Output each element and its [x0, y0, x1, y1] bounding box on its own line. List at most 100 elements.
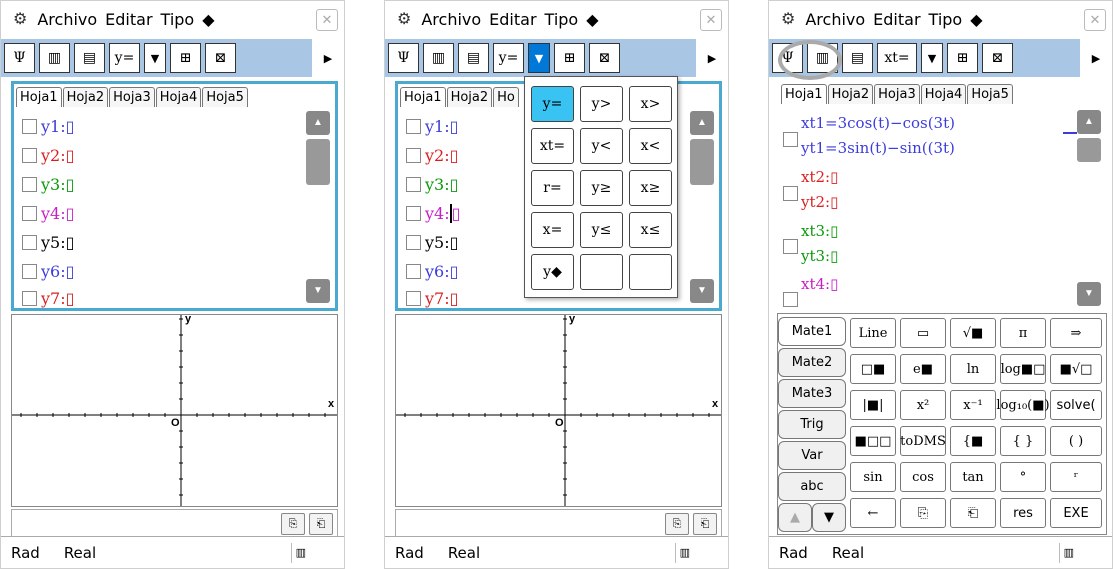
- checkbox[interactable]: [406, 176, 421, 192]
- expression-xt3[interactable]: xt3:▯: [801, 222, 838, 240]
- number-mode[interactable]: Real: [64, 544, 96, 562]
- number-mode[interactable]: Real: [832, 544, 864, 562]
- gear-icon[interactable]: ⚙: [397, 9, 411, 29]
- function-row[interactable]: y7: ▯: [406, 284, 458, 312]
- keyboard-tab-mate2[interactable]: Mate2: [778, 348, 846, 377]
- type-x-greater[interactable]: x>: [629, 86, 672, 122]
- graph-table-icon[interactable]: ▥: [423, 43, 454, 73]
- type-button[interactable]: xt=: [877, 43, 917, 73]
- keyboard-key[interactable]: cos: [900, 462, 946, 492]
- checkbox[interactable]: [22, 290, 37, 306]
- tab-hoja4[interactable]: Hoja4: [920, 84, 967, 104]
- copy-icon[interactable]: ⎘: [665, 513, 689, 535]
- scroll-down-icon[interactable]: ▼: [1077, 282, 1101, 306]
- menu-tipo[interactable]: Tipo: [545, 10, 579, 29]
- angle-mode[interactable]: Rad: [11, 544, 40, 562]
- scroll-up-icon[interactable]: ▲: [306, 111, 330, 135]
- graph-icon[interactable]: Ψ: [388, 43, 419, 73]
- keyboard-key[interactable]: |■|: [850, 390, 896, 420]
- menu-archivo[interactable]: Archivo: [37, 10, 97, 29]
- paste-icon[interactable]: ⎗: [309, 513, 333, 535]
- keyboard-key[interactable]: e■: [900, 354, 946, 384]
- keyboard-key[interactable]: π: [1000, 318, 1046, 348]
- checkbox[interactable]: [783, 239, 798, 254]
- tab-hoja2[interactable]: Hoja2: [446, 87, 493, 107]
- keyboard-key[interactable]: tan: [950, 462, 996, 492]
- type-y-less[interactable]: y<: [580, 128, 623, 164]
- checkbox[interactable]: [406, 147, 421, 163]
- keyboard-key[interactable]: log■□: [1000, 354, 1046, 384]
- keyboard-tab-mate3[interactable]: Mate3: [778, 379, 846, 408]
- copy-icon[interactable]: ⎘: [281, 513, 305, 535]
- type-x-leq[interactable]: x≤: [629, 212, 672, 248]
- expression-yt1[interactable]: yt1=3sin(t)−sin((3t): [801, 139, 955, 157]
- checkbox[interactable]: [22, 147, 37, 163]
- zoom-icon[interactable]: ⊞: [947, 43, 978, 73]
- tab-hoja1[interactable]: Hoja1: [781, 84, 827, 104]
- graph-table-icon[interactable]: ▥: [39, 43, 70, 73]
- tab-hoja5[interactable]: Hoja5: [202, 87, 248, 107]
- keyboard-key[interactable]: ⎗: [950, 498, 996, 528]
- menu-editar[interactable]: Editar: [489, 10, 536, 29]
- type-empty-1[interactable]: [580, 254, 623, 290]
- checkbox[interactable]: [783, 292, 798, 307]
- type-x-equals[interactable]: x=: [531, 212, 574, 248]
- keyboard-key[interactable]: sin: [850, 462, 896, 492]
- scroll-thumb[interactable]: [690, 139, 714, 185]
- keyboard-tab-mate1[interactable]: Mate1: [778, 317, 846, 346]
- scroll-down-icon[interactable]: ▼: [306, 279, 330, 303]
- angle-mode[interactable]: Rad: [395, 544, 424, 562]
- gear-icon[interactable]: ⚙: [13, 9, 27, 29]
- function-row[interactable]: y2: ▯: [406, 141, 458, 169]
- keyboard-up-icon[interactable]: ▲: [778, 503, 812, 532]
- menu-editar[interactable]: Editar: [105, 10, 152, 29]
- keyboard-key[interactable]: solve(: [1050, 390, 1102, 420]
- menu-tipo[interactable]: Tipo: [161, 10, 195, 29]
- keyboard-down-icon[interactable]: ▼: [812, 503, 846, 532]
- type-dropdown-icon[interactable]: ▼: [921, 43, 943, 73]
- close-icon[interactable]: ✕: [1084, 9, 1106, 31]
- menu-diamond[interactable]: ◆: [202, 10, 214, 29]
- type-y-leq[interactable]: y≤: [580, 212, 623, 248]
- function-row[interactable]: y6: ▯: [22, 257, 74, 285]
- scroll-thumb[interactable]: [306, 139, 330, 185]
- keyboard-key[interactable]: ln: [950, 354, 996, 384]
- keyboard-key[interactable]: x²: [900, 390, 946, 420]
- checkbox[interactable]: [406, 118, 421, 134]
- keyboard-key[interactable]: ⎘: [900, 498, 946, 528]
- checkbox[interactable]: [406, 205, 421, 221]
- type-y-equals[interactable]: y=: [531, 86, 574, 122]
- type-dropdown-icon[interactable]: ▼: [528, 43, 550, 73]
- checkbox[interactable]: [406, 263, 421, 279]
- type-button[interactable]: y=: [493, 43, 524, 73]
- menu-diamond[interactable]: ◆: [586, 10, 598, 29]
- keyboard-key[interactable]: ←: [850, 498, 896, 528]
- close-icon[interactable]: ✕: [316, 9, 338, 31]
- toolbar-next-icon[interactable]: ▶: [312, 39, 344, 77]
- function-row[interactable]: y4: ▯: [22, 199, 74, 227]
- gear-icon[interactable]: ⚙: [781, 9, 795, 29]
- function-row[interactable]: y7: ▯: [22, 284, 74, 312]
- expression-yt2[interactable]: yt2:▯: [801, 193, 838, 211]
- type-y-geq[interactable]: y≥: [580, 170, 623, 206]
- keyboard-key[interactable]: ʳ: [1050, 462, 1102, 492]
- keyboard-key[interactable]: √■: [950, 318, 996, 348]
- type-parametric[interactable]: xt=: [531, 128, 574, 164]
- graph-window[interactable]: y x O: [11, 313, 338, 507]
- paste-icon[interactable]: ⎗: [693, 513, 717, 535]
- scroll-up-icon[interactable]: ▲: [690, 111, 714, 135]
- zoom-icon[interactable]: ⊞: [554, 43, 585, 73]
- type-x-geq[interactable]: x≥: [629, 170, 672, 206]
- type-y-other[interactable]: y◆: [531, 254, 574, 290]
- checkbox[interactable]: [22, 118, 37, 134]
- keyboard-key[interactable]: ⇒: [1050, 318, 1102, 348]
- type-polar[interactable]: r=: [531, 170, 574, 206]
- zoom-icon[interactable]: ⊞: [170, 43, 201, 73]
- toolbar-next-icon[interactable]: ▶: [1080, 39, 1112, 77]
- tab-hoja3[interactable]: Ho: [493, 87, 519, 107]
- type-button[interactable]: y=: [109, 43, 140, 73]
- menu-archivo[interactable]: Archivo: [805, 10, 865, 29]
- graph-icon[interactable]: Ψ: [4, 43, 35, 73]
- keyboard-key[interactable]: res: [1000, 498, 1046, 528]
- tab-hoja3[interactable]: Hoja3: [109, 87, 155, 107]
